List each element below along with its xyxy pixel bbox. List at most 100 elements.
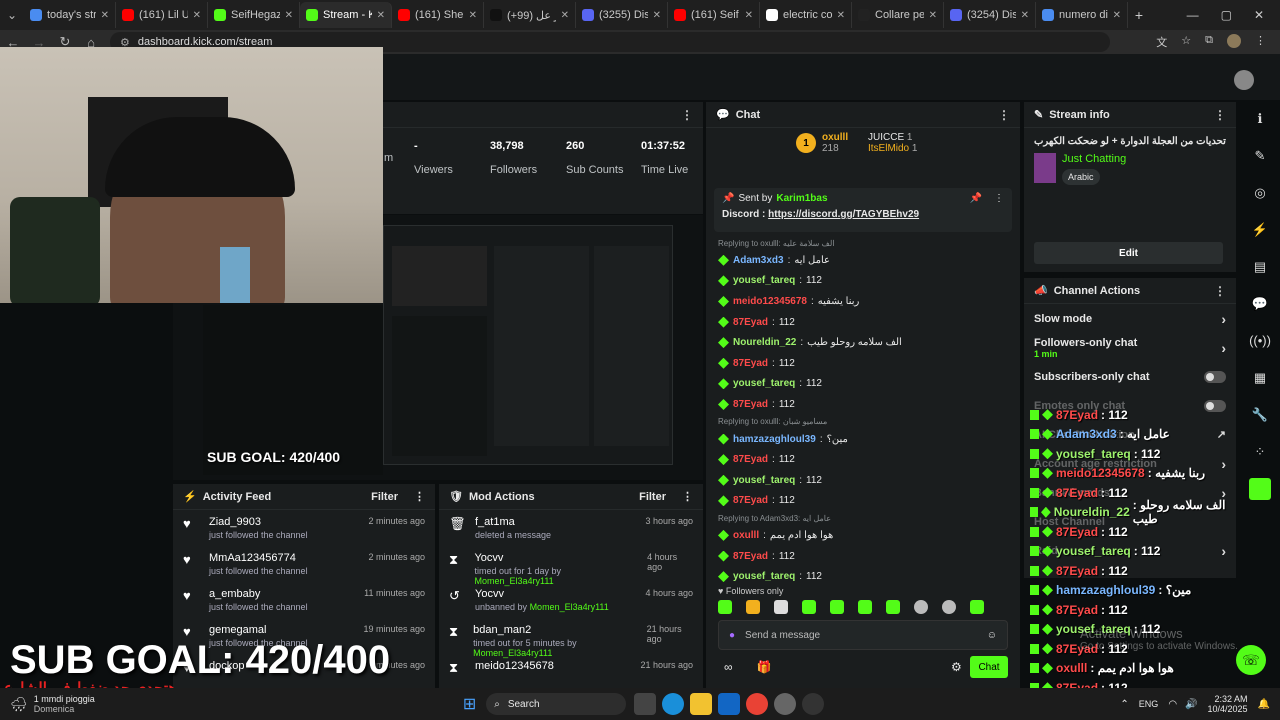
mod-target-user[interactable]: f_at1ma (475, 516, 551, 528)
tab-close-icon[interactable]: ✕ (653, 10, 661, 21)
emote[interactable] (830, 600, 844, 614)
emote[interactable] (886, 600, 900, 614)
extensions-icon[interactable]: ⧉ (1205, 34, 1213, 50)
chat-username[interactable]: 87Eyad (733, 399, 768, 410)
tab-close-icon[interactable]: ✕ (1021, 10, 1029, 21)
activity-user[interactable]: a_embaby (209, 588, 308, 600)
chrome-icon[interactable] (746, 693, 769, 715)
chat-username[interactable]: 87Eyad (733, 454, 768, 465)
support-chat-button[interactable]: ☏ (1236, 645, 1266, 675)
tab-close-icon[interactable]: ✕ (561, 10, 569, 21)
emote[interactable] (802, 600, 816, 614)
emote[interactable] (718, 600, 732, 614)
emote[interactable] (774, 600, 788, 614)
chat-settings-icon[interactable]: ⚙ (951, 660, 962, 674)
stream-info-menu-icon[interactable]: ⋮ (1214, 108, 1226, 122)
info-icon[interactable]: ℹ (1245, 100, 1275, 137)
bolt-icon[interactable]: ⚡ (1245, 211, 1275, 248)
tray-chevron-icon[interactable]: ⌃ (1120, 699, 1128, 710)
chat-message[interactable]: hamzazaghloul39: مين؟ (718, 429, 1012, 450)
tab-close-icon[interactable]: ✕ (285, 10, 293, 21)
toggle-switch[interactable] (1204, 370, 1226, 383)
profile-avatar[interactable] (1227, 34, 1241, 48)
chat-username[interactable]: yousef_tareq (733, 378, 795, 389)
emoji-icon[interactable]: ☺ (987, 630, 997, 641)
mod-target-user[interactable]: bdan_man2 (473, 624, 637, 636)
tab-close-icon[interactable]: ✕ (1113, 10, 1121, 21)
activity-menu-icon[interactable]: ⋮ (414, 490, 425, 503)
chat-username[interactable]: yousef_tareq (733, 475, 795, 486)
mod-by-user[interactable]: Momen_El3a4ry111 (474, 576, 553, 586)
menu-icon[interactable]: ⋮ (1255, 34, 1266, 50)
emote[interactable] (914, 600, 928, 614)
browser-tab[interactable]: (3255) Disco ✕ (576, 2, 668, 28)
kick-app-icon[interactable] (1245, 470, 1275, 507)
chat-username[interactable]: 87Eyad (733, 317, 768, 328)
browser-tab[interactable]: SeifHegazy ✕ (208, 2, 300, 28)
emote[interactable] (942, 600, 956, 614)
clock-time[interactable]: 2:32 AM (1208, 694, 1248, 704)
browser-tab[interactable]: numero di u ✕ (1036, 2, 1128, 28)
edge-icon[interactable] (662, 693, 685, 715)
minimize-button[interactable]: — (1187, 8, 1199, 22)
chat-username[interactable]: Adam3xd3 (733, 255, 784, 266)
taskbar-search[interactable]: ⌕ Search (486, 693, 627, 715)
tab-close-icon[interactable]: ✕ (193, 10, 201, 21)
browser-tab[interactable]: (3254) Disco ✕ (944, 2, 1036, 28)
wifi-icon[interactable]: ◠ (1168, 699, 1177, 710)
activity-user[interactable]: MmAa123456774 (209, 552, 308, 564)
chat-message[interactable]: 87Eyad:112 (718, 449, 1012, 470)
mod-menu-icon[interactable]: ⋮ (682, 490, 693, 503)
activity-user[interactable]: Ziad_9903 (209, 516, 308, 528)
chat-username[interactable]: 87Eyad (733, 551, 768, 562)
maximize-button[interactable]: ▢ (1221, 8, 1232, 22)
tab-close-icon[interactable]: ✕ (377, 10, 385, 21)
notification-bell-icon[interactable]: 🔔 (1258, 699, 1270, 710)
chat-message[interactable]: Noureldin_22: الف سلامه روحلو طيب (718, 332, 1012, 353)
browser-tab[interactable]: (+99) عائز عل ✕ (484, 2, 576, 28)
gift-icon[interactable]: 🎁 (757, 660, 772, 674)
wrench-icon[interactable]: 🔧 (1245, 396, 1275, 433)
user-avatar[interactable] (1234, 70, 1254, 90)
mod-by-user[interactable]: Momen_El3a4ry111 (530, 602, 609, 612)
browser-tab[interactable]: (161) Seif He ✕ (668, 2, 760, 28)
tab-close-icon[interactable]: ✕ (745, 10, 753, 21)
tab-close-icon[interactable]: ✕ (929, 10, 937, 21)
document-icon[interactable]: ▤ (1245, 248, 1275, 285)
chat-username[interactable]: yousef_tareq (733, 275, 795, 286)
chat-message[interactable]: yousef_tareq:112 (718, 271, 1012, 292)
mod-filter-button[interactable]: Filter (639, 491, 666, 503)
message-input[interactable]: ● Send a message ☺ (718, 620, 1008, 650)
mod-target-user[interactable]: Yocvv (475, 588, 609, 600)
settings-icon[interactable] (774, 693, 797, 715)
browser-tab[interactable]: (161) Sherine ✕ (392, 2, 484, 28)
chat-message[interactable]: 87Eyad:112 (718, 546, 1012, 567)
chat-message[interactable]: yousef_tareq:112 (718, 470, 1012, 491)
pinned-user[interactable]: Karim1bas (776, 193, 827, 204)
task-view-icon[interactable] (634, 693, 657, 715)
chat-message[interactable]: 87Eyad:112 (718, 312, 1012, 333)
unpin-icon[interactable]: 📌 (970, 193, 982, 204)
clock-date[interactable]: 10/4/2025 (1208, 704, 1248, 714)
file-explorer-icon[interactable] (690, 693, 713, 715)
bookmark-star-icon[interactable]: ☆ (1181, 34, 1191, 50)
emote[interactable] (970, 600, 984, 614)
weather-icon[interactable]: 🌧 (10, 696, 28, 713)
chat-icon[interactable]: 💬 (1245, 285, 1275, 322)
chat-username[interactable]: yousef_tareq (733, 571, 795, 582)
mod-by-user[interactable]: Momen_El3a4ry111 (473, 648, 552, 658)
pencil-icon[interactable]: ✎ (1245, 137, 1275, 174)
browser-tab[interactable]: today's strea ✕ (24, 2, 116, 28)
volume-icon[interactable]: 🔊 (1185, 699, 1197, 710)
chat-message[interactable]: 87Eyad:112 (718, 394, 1012, 415)
browser-tab[interactable]: Stream - Kick ✕ (300, 2, 392, 28)
pinned-menu-icon[interactable]: ⋮ (994, 193, 1004, 204)
pinned-link[interactable]: https://discord.gg/TAGYBEhv29 (768, 209, 919, 220)
stats-menu-icon[interactable]: ⋮ (681, 108, 693, 122)
tab-close-icon[interactable]: ✕ (469, 10, 477, 21)
chat-username[interactable]: meido12345678 (733, 296, 807, 307)
activity-filter-button[interactable]: Filter (371, 491, 398, 503)
close-window-button[interactable]: ✕ (1254, 8, 1264, 22)
mod-target-user[interactable]: meido12345678 (475, 660, 554, 672)
layout-icon[interactable]: ▦ (1245, 359, 1275, 396)
